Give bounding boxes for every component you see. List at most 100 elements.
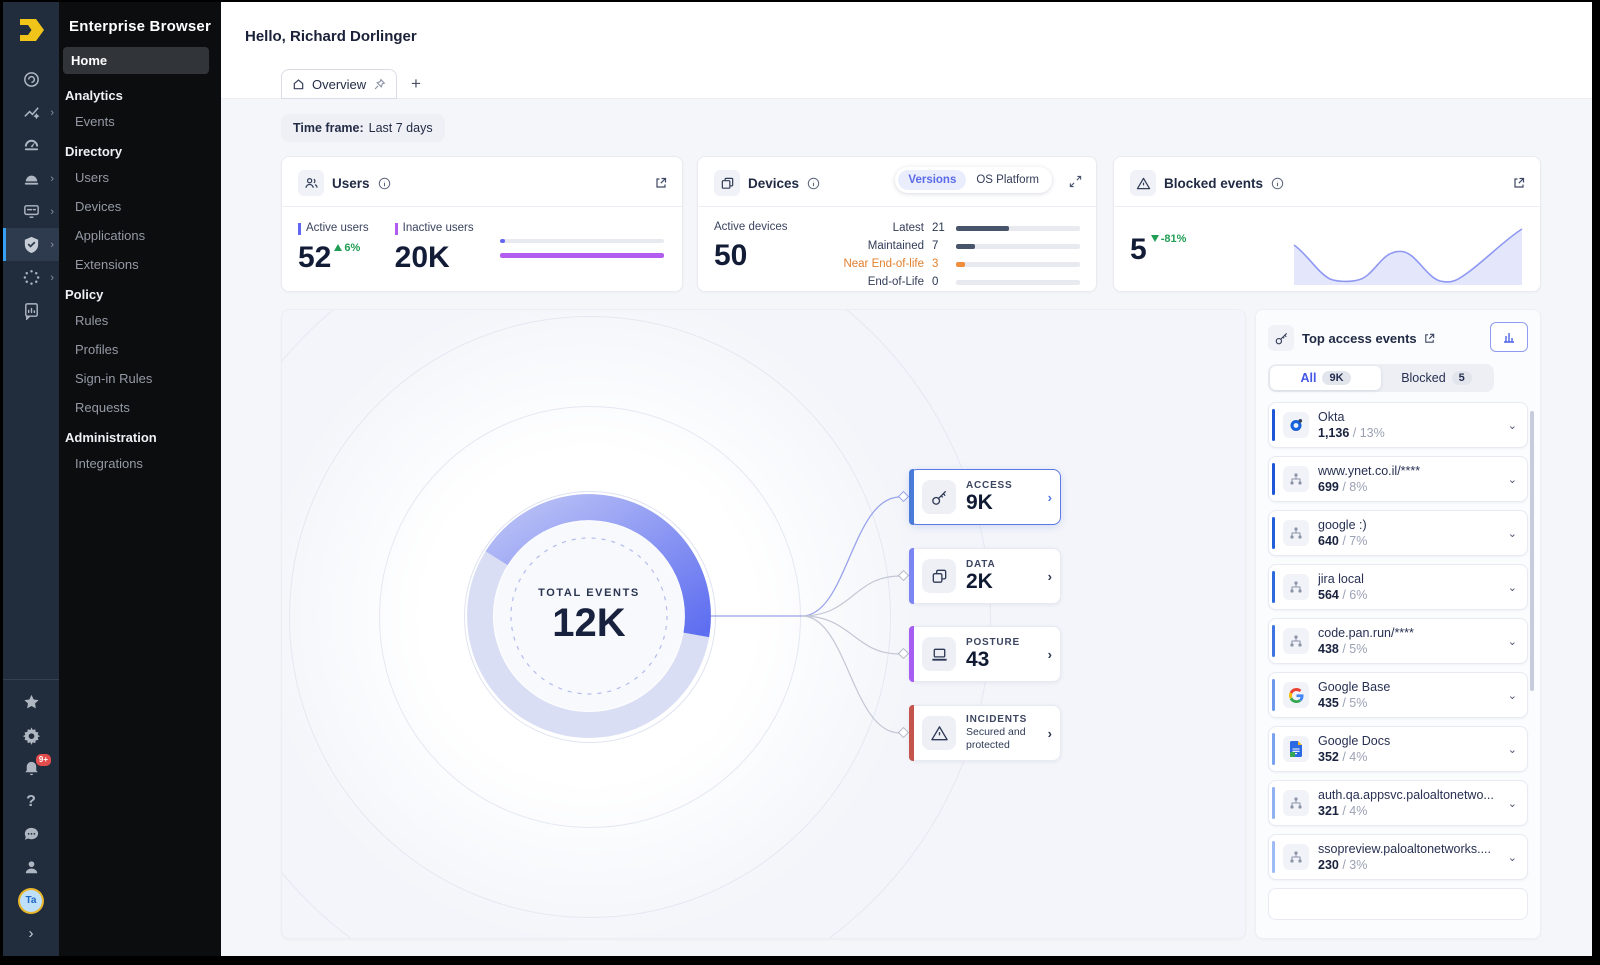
- node-posture-value: 43: [966, 648, 1020, 671]
- node-data-label: DATA: [966, 559, 996, 570]
- node-card-posture[interactable]: POSTURE 43 ›: [909, 626, 1061, 682]
- sidebar-item-events[interactable]: Events: [59, 107, 221, 136]
- brand-title: Enterprise Browser: [59, 12, 221, 45]
- access-event-item[interactable]: Google Base435 / 5%⌄: [1268, 672, 1528, 718]
- node-connectors: [702, 450, 917, 782]
- chevron-down-icon[interactable]: ⌄: [1508, 743, 1517, 756]
- generic-icon: [1283, 574, 1309, 600]
- access-event-item[interactable]: www.ynet.co.il/****699 / 8%⌄: [1268, 456, 1528, 502]
- total-events-label: TOTAL EVENTS: [538, 587, 640, 599]
- volume-accent-bar: [1272, 571, 1275, 603]
- chevron-right-icon: ›: [50, 206, 54, 218]
- node-data-value: 2K: [966, 570, 996, 593]
- chevron-down-icon[interactable]: ⌄: [1508, 581, 1517, 594]
- chevron-down-icon[interactable]: ⌄: [1508, 527, 1517, 540]
- sidebar-item-devices[interactable]: Devices: [59, 192, 221, 221]
- access-event-item[interactable]: jira local564 / 6%⌄: [1268, 564, 1528, 610]
- access-event-item[interactable]: google :)640 / 7%⌄: [1268, 510, 1528, 556]
- rail-gauge-icon[interactable]: [3, 129, 59, 162]
- device-status-bar: [956, 226, 1080, 231]
- rail-chat-icon[interactable]: [3, 818, 59, 851]
- warning-icon: [922, 716, 956, 750]
- generic-icon: [1283, 466, 1309, 492]
- expand-icon[interactable]: [1069, 175, 1082, 188]
- rail-person-icon[interactable]: [3, 851, 59, 884]
- events-radial-card: TOTAL EVENTS 12K ACCESS 9K ›: [281, 309, 1246, 939]
- tab-blocked[interactable]: Blocked 5: [1381, 366, 1492, 390]
- chevron-right-icon: ›: [1048, 490, 1052, 505]
- sidebar-item-analytics: Analytics: [59, 80, 221, 107]
- chevron-down-icon[interactable]: ⌄: [1508, 635, 1517, 648]
- toggle-versions[interactable]: Versions: [898, 170, 966, 190]
- rail-alarm-icon[interactable]: ›: [3, 162, 59, 195]
- access-event-item[interactable]: code.pan.run/****438 / 5%⌄: [1268, 618, 1528, 664]
- notification-badge: 9+: [36, 754, 51, 766]
- rail-gear-icon[interactable]: [3, 719, 59, 752]
- add-tab-button[interactable]: +: [411, 74, 421, 94]
- rail-managed-devices-icon[interactable]: ›: [3, 195, 59, 228]
- sidebar-item-rules[interactable]: Rules: [59, 306, 221, 335]
- info-icon[interactable]: [1271, 177, 1284, 190]
- access-event-item[interactable]: Okta1,136 / 13%⌄: [1268, 402, 1528, 448]
- sidebar-item-integrations[interactable]: Integrations: [59, 449, 221, 478]
- chart-view-button[interactable]: [1490, 322, 1528, 352]
- user-avatar[interactable]: Ta: [3, 884, 59, 917]
- volume-accent-bar: [1272, 409, 1275, 441]
- external-link-icon[interactable]: [1423, 332, 1436, 345]
- tab-all[interactable]: All 9K: [1270, 366, 1381, 390]
- rail-analytics-icon[interactable]: ›: [3, 96, 59, 129]
- rail-dotted-circle-icon[interactable]: ›: [3, 261, 59, 294]
- blocked-events-value: 5-81%: [1130, 233, 1186, 267]
- sidebar-item-home[interactable]: Home: [63, 47, 209, 74]
- sidebar-item-sign-in-rules[interactable]: Sign-in Rules: [59, 364, 221, 393]
- time-frame-filter[interactable]: Time frame: Last 7 days: [281, 114, 445, 142]
- volume-accent-bar: [1272, 463, 1275, 495]
- toggle-os-platform[interactable]: OS Platform: [966, 170, 1049, 190]
- tab-overview[interactable]: Overview: [281, 69, 397, 99]
- pin-icon[interactable]: [373, 78, 386, 91]
- node-card-data[interactable]: DATA 2K ›: [909, 548, 1061, 604]
- info-icon[interactable]: [807, 177, 820, 190]
- rail-star-icon[interactable]: [3, 686, 59, 719]
- tab-label: Overview: [312, 77, 366, 92]
- chevron-down-icon[interactable]: ⌄: [1508, 689, 1517, 702]
- external-link-icon[interactable]: [1512, 176, 1526, 190]
- brand-logo-icon[interactable]: [14, 15, 48, 45]
- rail-help-icon[interactable]: ?: [3, 785, 59, 818]
- top-access-events-panel: Top access events All 9K Blocked 5 Okta1…: [1255, 309, 1541, 939]
- device-status-row: Maintained7: [806, 239, 1080, 253]
- total-events-value: 12K: [552, 601, 625, 646]
- panel-scrollbar[interactable]: [1530, 411, 1534, 691]
- info-icon[interactable]: [378, 177, 391, 190]
- total-events-donut: TOTAL EVENTS 12K: [459, 486, 719, 746]
- sidebar-nav: Enterprise Browser HomeAnalyticsEventsDi…: [59, 2, 221, 956]
- sidebar-item-extensions[interactable]: Extensions: [59, 250, 221, 279]
- access-event-item-partial[interactable]: [1268, 888, 1528, 920]
- chevron-down-icon[interactable]: ⌄: [1508, 419, 1517, 432]
- google-icon: [1283, 682, 1309, 708]
- sidebar-item-applications[interactable]: Applications: [59, 221, 221, 250]
- access-event-item[interactable]: auth.qa.appsvc.paloaltonetwo...321 / 4%⌄: [1268, 780, 1528, 826]
- node-card-access[interactable]: ACCESS 9K ›: [909, 469, 1061, 525]
- rail-spiral-target-icon[interactable]: [3, 63, 59, 96]
- rail-divider: [3, 679, 59, 680]
- chevron-right-icon: ›: [1048, 726, 1052, 741]
- sidebar-item-profiles[interactable]: Profiles: [59, 335, 221, 364]
- top-header: Hello, Richard Dorlinger Overview +: [221, 2, 1592, 99]
- generic-icon: [1283, 790, 1309, 816]
- rail-report-icon[interactable]: [3, 294, 59, 327]
- sidebar-item-requests[interactable]: Requests: [59, 393, 221, 422]
- access-event-count: 438 / 5%: [1318, 641, 1414, 657]
- node-card-incidents[interactable]: INCIDENTS Secured and protected ›: [909, 705, 1061, 761]
- chevron-down-icon[interactable]: ⌄: [1508, 851, 1517, 864]
- access-event-item[interactable]: Google Docs352 / 4%⌄: [1268, 726, 1528, 772]
- external-link-icon[interactable]: [654, 176, 668, 190]
- chevron-down-icon[interactable]: ⌄: [1508, 797, 1517, 810]
- access-event-name: Google Base: [1318, 679, 1390, 695]
- access-event-item[interactable]: ssopreview.paloaltonetworks....230 / 3%⌄: [1268, 834, 1528, 880]
- rail-bell-icon[interactable]: 9+: [3, 752, 59, 785]
- rail-shield-check-icon[interactable]: ›: [3, 228, 59, 261]
- chevron-down-icon[interactable]: ⌄: [1508, 473, 1517, 486]
- rail-collapse-chevron-icon[interactable]: ›: [3, 917, 59, 950]
- sidebar-item-users[interactable]: Users: [59, 163, 221, 192]
